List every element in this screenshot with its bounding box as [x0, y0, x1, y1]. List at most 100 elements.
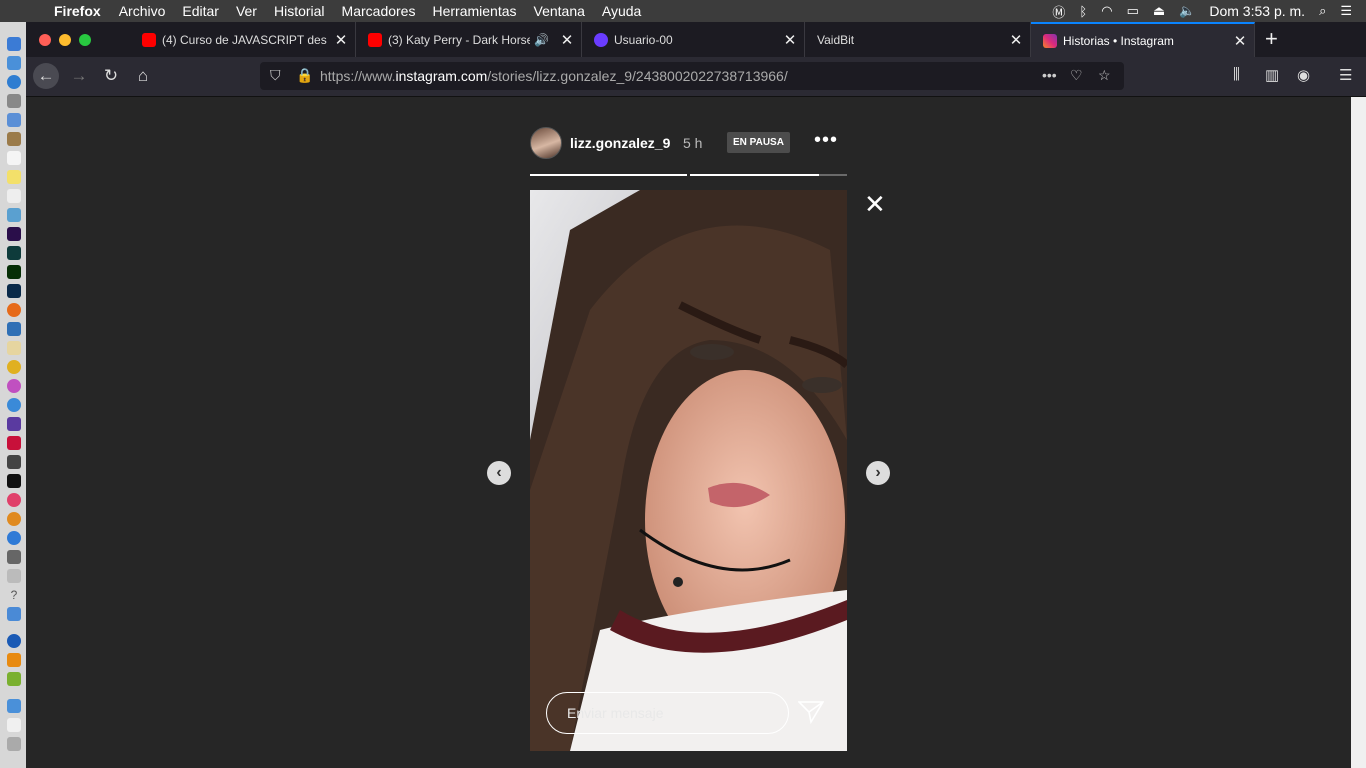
audition-icon[interactable]	[7, 246, 21, 260]
sidebar-icon[interactable]: ▥	[1265, 66, 1279, 84]
notes-icon[interactable]	[7, 170, 21, 184]
zoom-window-button[interactable]	[79, 34, 91, 46]
close-tab-icon[interactable]: ✕	[1002, 31, 1030, 49]
dock-app-icon[interactable]	[7, 398, 21, 412]
dock-app-icon[interactable]	[7, 417, 21, 431]
preview-icon[interactable]	[7, 113, 21, 127]
safari-icon[interactable]	[7, 75, 21, 89]
next-story-button[interactable]: ›	[866, 461, 890, 485]
terminal-icon[interactable]	[7, 474, 21, 488]
menu-icon[interactable]: ☰	[1339, 66, 1352, 84]
folder-icon[interactable]	[7, 699, 21, 713]
message-input[interactable]: Enviar mensaje	[546, 692, 789, 734]
menu-herramientas[interactable]: Herramientas	[432, 3, 516, 19]
photoshop-icon[interactable]	[7, 284, 21, 298]
eject-icon[interactable]: ⏏	[1153, 3, 1165, 19]
lock-icon[interactable]: 🔒	[296, 67, 313, 84]
speaker-icon[interactable]: 🔊	[534, 33, 549, 47]
textedit-icon[interactable]	[7, 189, 21, 203]
app-store-icon[interactable]	[7, 56, 21, 70]
previous-story-button[interactable]: ‹	[487, 461, 511, 485]
close-icon[interactable]: ✕	[864, 189, 886, 220]
document-icon[interactable]	[7, 718, 21, 732]
volume-icon[interactable]: 🔈	[1179, 3, 1195, 19]
close-tab-icon[interactable]: ✕	[776, 31, 804, 49]
macos-menu-bar: Firefox Archivo Editar Ver Historial Mar…	[0, 0, 1366, 22]
menu-app-name[interactable]: Firefox	[54, 3, 101, 19]
url-text[interactable]: https://www.instagram.com/stories/lizz.g…	[320, 68, 788, 84]
bookmark-star-icon[interactable]: ☆	[1098, 67, 1111, 84]
status-m-icon[interactable]: Ⓜ	[1052, 2, 1065, 21]
menu-marcadores[interactable]: Marcadores	[342, 3, 416, 19]
new-tab-button[interactable]: +	[1265, 26, 1278, 52]
finder-icon[interactable]	[7, 37, 21, 51]
menu-editar[interactable]: Editar	[182, 3, 219, 19]
menu-ver[interactable]: Ver	[236, 3, 257, 19]
progress-segment	[690, 174, 847, 176]
minimize-window-button[interactable]	[59, 34, 71, 46]
wifi-icon[interactable]: ◠	[1101, 3, 1112, 19]
close-tab-icon[interactable]: ✕	[327, 31, 355, 49]
maps-icon[interactable]	[7, 208, 21, 222]
trash-icon[interactable]	[7, 737, 21, 751]
dock-app-icon[interactable]	[7, 455, 21, 469]
back-button[interactable]: ←	[33, 63, 59, 89]
reload-button[interactable]: ↻	[98, 63, 124, 89]
more-options-icon[interactable]: •••	[814, 129, 838, 152]
dock-app-icon[interactable]	[7, 634, 21, 648]
url-bar[interactable]: ⛉ 🔒 https://www.instagram.com/stories/li…	[260, 62, 1124, 90]
tab-vaidbit[interactable]: VaidBit ✕	[805, 22, 1031, 57]
account-icon[interactable]: ◉	[1297, 66, 1310, 84]
close-window-button[interactable]	[39, 34, 51, 46]
avatar[interactable]	[530, 127, 562, 159]
home-button[interactable]: ⌂	[130, 63, 156, 89]
spotlight-search-icon[interactable]: ⌕	[1319, 3, 1326, 19]
chrome-icon[interactable]	[7, 360, 21, 374]
site-icon	[594, 32, 608, 47]
menu-ventana[interactable]: Ventana	[534, 3, 585, 19]
firefox-icon[interactable]	[7, 303, 21, 317]
pocket-icon[interactable]: ♡	[1070, 67, 1083, 84]
notification-center-icon[interactable]: ☰	[1340, 3, 1352, 19]
dock-app-icon[interactable]	[7, 550, 21, 564]
dock-app-icon[interactable]	[7, 341, 21, 355]
page-actions-icon[interactable]: •••	[1042, 67, 1057, 83]
help-icon[interactable]: ?	[7, 588, 21, 602]
send-icon[interactable]	[798, 700, 824, 724]
dock-app-icon[interactable]	[7, 569, 21, 583]
tab-katy-perry[interactable]: (3) Katy Perry - Dark Horse 🔊 ✕	[356, 22, 582, 57]
airplay-icon[interactable]: ▭	[1127, 3, 1139, 19]
app-store-icon[interactable]	[7, 531, 21, 545]
dreamweaver-icon[interactable]	[7, 265, 21, 279]
close-tab-icon[interactable]: ✕	[1226, 32, 1254, 50]
calendar-icon[interactable]	[7, 151, 21, 165]
youtube-icon	[368, 32, 382, 47]
scrollbar[interactable]	[1351, 97, 1366, 768]
tab-usuario-00[interactable]: Usuario-00 ✕	[582, 22, 805, 57]
close-tab-icon[interactable]: ✕	[553, 31, 581, 49]
dock-app-icon[interactable]	[7, 379, 21, 393]
tracking-shield-icon[interactable]: ⛉	[270, 67, 281, 84]
android-studio-icon[interactable]	[7, 672, 21, 686]
dock-app-icon[interactable]	[7, 436, 21, 450]
bluetooth-icon[interactable]: ᛒ	[1079, 4, 1087, 19]
forward-button[interactable]: →	[66, 63, 92, 89]
story-username[interactable]: lizz.gonzalez_9	[570, 135, 670, 151]
dock-app-icon[interactable]	[7, 322, 21, 336]
library-icon[interactable]: ⫼	[1233, 66, 1240, 83]
menu-historial[interactable]: Historial	[274, 3, 325, 19]
story-media[interactable]: Enviar mensaje	[530, 190, 847, 751]
menu-archivo[interactable]: Archivo	[119, 3, 166, 19]
tab-curso-javascript[interactable]: (4) Curso de JAVASCRIPT desde ✕	[130, 22, 356, 57]
music-icon[interactable]	[7, 493, 21, 507]
menu-ayuda[interactable]: Ayuda	[602, 3, 641, 19]
contacts-icon[interactable]	[7, 132, 21, 146]
menu-clock[interactable]: Dom 3:53 p. m.	[1209, 3, 1305, 19]
paused-badge: EN PAUSA	[727, 132, 790, 153]
dock-app-icon[interactable]	[7, 607, 21, 621]
launchpad-icon[interactable]	[7, 94, 21, 108]
dock-app-icon[interactable]	[7, 512, 21, 526]
premiere-icon[interactable]	[7, 227, 21, 241]
vlc-icon[interactable]	[7, 653, 21, 667]
tab-historias-instagram[interactable]: Historias • Instagram ✕	[1031, 22, 1255, 57]
